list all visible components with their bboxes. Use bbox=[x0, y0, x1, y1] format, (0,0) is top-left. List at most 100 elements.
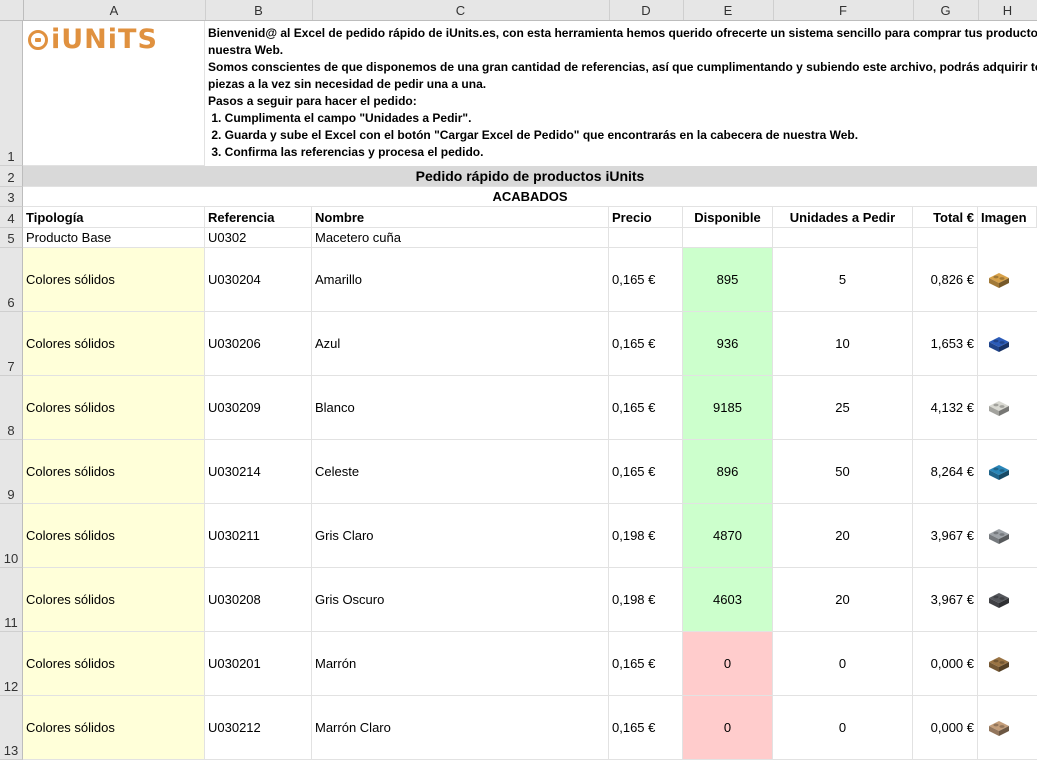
cell-referencia[interactable]: U030214 bbox=[205, 440, 312, 504]
cell-imagen[interactable] bbox=[978, 504, 1037, 568]
cell-total[interactable]: 8,264 € bbox=[913, 440, 978, 504]
cell-disponible[interactable]: 936 bbox=[683, 312, 773, 376]
cell-imagen[interactable] bbox=[978, 696, 1037, 760]
cell-referencia[interactable]: U030212 bbox=[205, 696, 312, 760]
cell-precio[interactable]: 0,165 € bbox=[609, 376, 683, 440]
cell-disponible[interactable]: 896 bbox=[683, 440, 773, 504]
cell-unidades[interactable]: 25 bbox=[773, 376, 913, 440]
cell-referencia[interactable]: U030211 bbox=[205, 504, 312, 568]
cell-precio[interactable]: 0,165 € bbox=[609, 696, 683, 760]
row-header-11[interactable]: 11 bbox=[0, 568, 23, 632]
base-total[interactable] bbox=[913, 228, 978, 248]
cell-tipologia[interactable]: Colores sólidos bbox=[23, 248, 205, 312]
cell-tipologia[interactable]: Colores sólidos bbox=[23, 632, 205, 696]
cell-tipologia[interactable]: Colores sólidos bbox=[23, 504, 205, 568]
section-title[interactable]: ACABADOS bbox=[23, 187, 1037, 207]
header-total[interactable]: Total € bbox=[913, 207, 978, 228]
cell-disponible[interactable]: 4870 bbox=[683, 504, 773, 568]
column-header-b[interactable]: B bbox=[205, 0, 313, 20]
cell-total[interactable]: 0,000 € bbox=[913, 696, 978, 760]
base-nombre[interactable]: Macetero cuña bbox=[312, 228, 609, 248]
base-tipologia[interactable]: Producto Base bbox=[23, 228, 205, 248]
cell-referencia[interactable]: U030204 bbox=[205, 248, 312, 312]
intro-text[interactable]: Bienvenid@ al Excel de pedido rápido de … bbox=[205, 21, 1037, 161]
cell-imagen[interactable] bbox=[978, 376, 1037, 440]
cell-nombre[interactable]: Gris Oscuro bbox=[312, 568, 609, 632]
base-precio[interactable] bbox=[609, 228, 683, 248]
base-referencia[interactable]: U0302 bbox=[205, 228, 312, 248]
row-header-10[interactable]: 10 bbox=[0, 504, 23, 568]
cell-precio[interactable]: 0,198 € bbox=[609, 568, 683, 632]
row-header-3[interactable]: 3 bbox=[0, 187, 23, 207]
cell-tipologia[interactable]: Colores sólidos bbox=[23, 376, 205, 440]
cell-referencia[interactable]: U030209 bbox=[205, 376, 312, 440]
header-nombre[interactable]: Nombre bbox=[312, 207, 609, 228]
row-header-4[interactable]: 4 bbox=[0, 207, 23, 228]
row-header-9[interactable]: 9 bbox=[0, 440, 23, 504]
cell-imagen[interactable] bbox=[978, 248, 1037, 312]
row-header-1[interactable]: 1 bbox=[0, 21, 23, 166]
header-unidades[interactable]: Unidades a Pedir bbox=[773, 207, 913, 228]
cell-disponible[interactable]: 0 bbox=[683, 696, 773, 760]
base-unidades[interactable] bbox=[773, 228, 913, 248]
cell-unidades[interactable]: 5 bbox=[773, 248, 913, 312]
cell-tipologia[interactable]: Colores sólidos bbox=[23, 696, 205, 760]
sheet-title[interactable]: Pedido rápido de productos iUnits bbox=[23, 166, 1037, 187]
column-header-d[interactable]: D bbox=[609, 0, 684, 20]
cell-unidades[interactable]: 20 bbox=[773, 504, 913, 568]
cell-imagen[interactable] bbox=[978, 632, 1037, 696]
cell-nombre[interactable]: Blanco bbox=[312, 376, 609, 440]
column-header-h[interactable]: H bbox=[978, 0, 1037, 20]
cell-referencia[interactable]: U030206 bbox=[205, 312, 312, 376]
header-tipologia[interactable]: Tipología bbox=[23, 207, 205, 228]
cell-precio[interactable]: 0,165 € bbox=[609, 248, 683, 312]
row-header-8[interactable]: 8 bbox=[0, 376, 23, 440]
header-disponible[interactable]: Disponible bbox=[683, 207, 773, 228]
column-header-c[interactable]: C bbox=[312, 0, 610, 20]
row-header-13[interactable]: 13 bbox=[0, 696, 23, 760]
cell-nombre[interactable]: Marrón Claro bbox=[312, 696, 609, 760]
cell-nombre[interactable]: Marrón bbox=[312, 632, 609, 696]
cell-unidades[interactable]: 20 bbox=[773, 568, 913, 632]
cell-imagen[interactable] bbox=[978, 312, 1037, 376]
cell-tipologia[interactable]: Colores sólidos bbox=[23, 312, 205, 376]
row-header-2[interactable]: 2 bbox=[0, 166, 23, 187]
cell-imagen[interactable] bbox=[978, 568, 1037, 632]
cell-nombre[interactable]: Celeste bbox=[312, 440, 609, 504]
cell-tipologia[interactable]: Colores sólidos bbox=[23, 568, 205, 632]
cell-disponible[interactable]: 0 bbox=[683, 632, 773, 696]
cell-total[interactable]: 3,967 € bbox=[913, 504, 978, 568]
cell-nombre[interactable]: Amarillo bbox=[312, 248, 609, 312]
cell-unidades[interactable]: 0 bbox=[773, 632, 913, 696]
row-header-6[interactable]: 6 bbox=[0, 248, 23, 312]
cell-referencia[interactable]: U030201 bbox=[205, 632, 312, 696]
column-header-e[interactable]: E bbox=[683, 0, 774, 20]
cell-total[interactable]: 0,000 € bbox=[913, 632, 978, 696]
column-header-f[interactable]: F bbox=[773, 0, 914, 20]
logo-cell[interactable]: iUNiTS bbox=[23, 21, 205, 166]
column-header-g[interactable]: G bbox=[913, 0, 979, 20]
row-header-5[interactable]: 5 bbox=[0, 228, 23, 248]
spreadsheet[interactable]: A B C D E F G H 1 2 3 4 5 6 7 8 9 10 11 … bbox=[0, 0, 1037, 765]
cell-precio[interactable]: 0,165 € bbox=[609, 440, 683, 504]
cell-unidades[interactable]: 50 bbox=[773, 440, 913, 504]
cell-precio[interactable]: 0,198 € bbox=[609, 504, 683, 568]
cell-total[interactable]: 3,967 € bbox=[913, 568, 978, 632]
cell-tipologia[interactable]: Colores sólidos bbox=[23, 440, 205, 504]
cell-disponible[interactable]: 4603 bbox=[683, 568, 773, 632]
row-header-12[interactable]: 12 bbox=[0, 632, 23, 696]
header-precio[interactable]: Precio bbox=[609, 207, 683, 228]
header-referencia[interactable]: Referencia bbox=[205, 207, 312, 228]
cell-precio[interactable]: 0,165 € bbox=[609, 632, 683, 696]
cell-total[interactable]: 0,826 € bbox=[913, 248, 978, 312]
header-imagen[interactable]: Imagen bbox=[978, 207, 1037, 228]
base-disponible[interactable] bbox=[683, 228, 773, 248]
cell-unidades[interactable]: 10 bbox=[773, 312, 913, 376]
cell-nombre[interactable]: Gris Claro bbox=[312, 504, 609, 568]
cell-unidades[interactable]: 0 bbox=[773, 696, 913, 760]
cell-total[interactable]: 4,132 € bbox=[913, 376, 978, 440]
cell-disponible[interactable]: 9185 bbox=[683, 376, 773, 440]
cell-precio[interactable]: 0,165 € bbox=[609, 312, 683, 376]
column-header-a[interactable]: A bbox=[23, 0, 206, 20]
cell-disponible[interactable]: 895 bbox=[683, 248, 773, 312]
